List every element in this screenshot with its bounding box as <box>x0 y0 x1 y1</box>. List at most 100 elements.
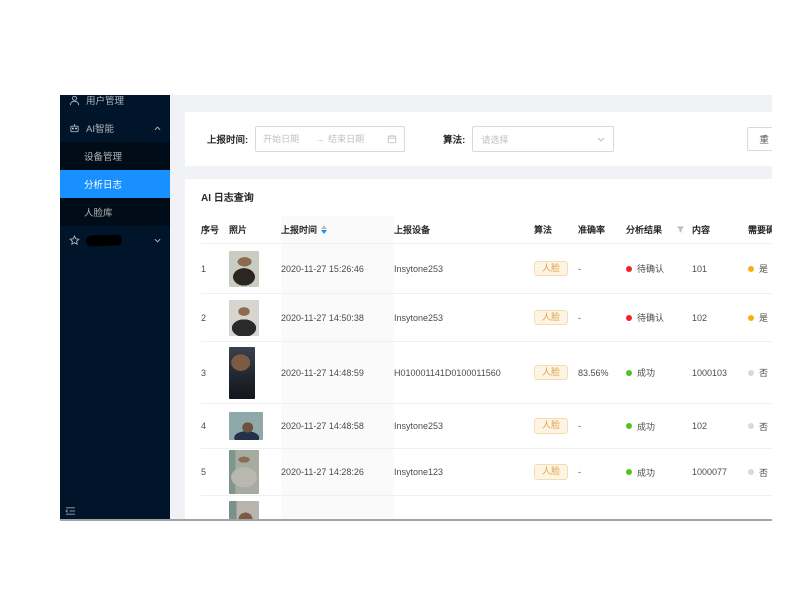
star-icon <box>68 234 80 246</box>
cell-result: 成功 <box>626 342 692 403</box>
cell-time: 2020-11-27 15:26:46 <box>281 244 394 293</box>
cell-algorithm: 人脸 <box>534 244 578 293</box>
start-date-input[interactable] <box>263 134 312 144</box>
cell-device: H010001141D0100011560 <box>394 367 501 378</box>
page-title: AI 日志查询 <box>201 193 254 204</box>
table-row: 2 2020-11-27 14:50:38 Insytone253 人脸 - 待… <box>201 294 772 342</box>
cell-photo <box>229 496 281 519</box>
chevron-down-icon <box>154 238 161 243</box>
algorithm-tag: 人脸 <box>534 418 569 434</box>
date-range-picker[interactable]: → <box>255 126 406 152</box>
cell-index: 4 <box>201 421 207 431</box>
sidebar-item-label: 设备管理 <box>84 152 123 163</box>
sidebar-item-device-management[interactable]: 设备管理 <box>60 142 170 170</box>
cell-accuracy: 83.56% <box>578 367 609 378</box>
cell-need-confirm: 否 <box>748 404 772 448</box>
table-row: 5 2020-11-27 14:28:26 Insytone123 人脸 - 成… <box>201 449 772 496</box>
cell-time: 2020-11-27 14:50:38 <box>281 294 394 341</box>
cell-result: 待确认 <box>626 244 692 293</box>
sidebar-item-label: 人脸库 <box>84 208 113 219</box>
photo-thumbnail[interactable] <box>229 250 259 287</box>
cell-accuracy: - <box>578 312 581 323</box>
algorithm-tag: 人脸 <box>534 464 569 480</box>
cell-result: 成功 <box>626 449 692 495</box>
col-header-device: 上报设备 <box>394 225 431 235</box>
table-header-row: 序号 照片 上报时间 上报设备 算法 准确率 分析结果 内容 需要 <box>201 216 772 244</box>
photo-thumbnail[interactable] <box>229 299 259 336</box>
cell-accuracy: - <box>578 467 581 477</box>
col-header-time[interactable]: 上报时间 <box>281 216 394 243</box>
photo-thumbnail[interactable] <box>229 412 263 440</box>
cell-result: 待确认 <box>626 294 692 341</box>
col-header-index: 序号 <box>201 225 220 235</box>
filter-funnel-icon[interactable] <box>676 225 685 234</box>
status-dot <box>626 469 632 475</box>
cell-index <box>201 496 229 519</box>
col-header-content: 内容 <box>692 225 711 235</box>
cell-time: 2020-11-27 14:28:26 <box>281 449 394 495</box>
algorithm-tag: 人脸 <box>534 364 569 381</box>
status-dot <box>626 265 632 272</box>
status-dot <box>748 369 754 376</box>
table-row: 3 2020-11-27 14:48:59 H010001141D0100011… <box>201 342 772 404</box>
sort-carets-icon[interactable] <box>321 225 328 234</box>
cell-photo <box>229 342 281 403</box>
sidebar-item-label: AI智能 <box>86 124 114 135</box>
status-dot <box>748 265 754 272</box>
sidebar-item-user-management[interactable]: 用户管理 <box>60 95 170 114</box>
cell-index: 5 <box>201 467 207 477</box>
cell-device: Insytone253 <box>394 421 444 431</box>
cell-need-confirm: 否 <box>748 342 772 403</box>
robot-icon <box>68 122 80 134</box>
col-header-need-confirm: 需要确认 <box>748 225 772 235</box>
col-header-algorithm: 算法 <box>534 225 553 235</box>
status-dot <box>748 314 754 321</box>
redacted-label <box>85 233 123 247</box>
cell-content: 102 <box>692 312 708 323</box>
cell-index: 2 <box>201 312 207 323</box>
photo-thumbnail[interactable] <box>229 501 259 519</box>
range-arrow-icon: → <box>315 134 325 144</box>
status-dot <box>748 423 754 429</box>
select-placeholder: 请选择 <box>481 134 509 145</box>
table-row <box>201 496 772 519</box>
cell-need-confirm: 是 <box>748 244 772 293</box>
cell-photo <box>229 244 281 293</box>
photo-thumbnail[interactable] <box>229 450 259 494</box>
cell-need-confirm: 是 <box>748 294 772 341</box>
cell-photo <box>229 449 281 495</box>
cell-photo <box>229 404 281 448</box>
sidebar: 用户管理 AI智能 设备管理 分析日志 人脸库 <box>60 95 170 519</box>
reset-button[interactable]: 重 置 <box>747 127 772 151</box>
cell-index: 3 <box>201 367 207 378</box>
cell-result <box>626 496 692 519</box>
menu-fold-icon[interactable] <box>65 506 76 516</box>
cell-device <box>394 496 534 519</box>
status-dot <box>626 369 632 376</box>
sidebar-item-analysis-log[interactable]: 分析日志 <box>60 170 170 198</box>
table-row: 1 2020-11-27 15:26:46 Insytone253 人脸 - 待… <box>201 244 772 294</box>
sidebar-item-ai[interactable]: AI智能 <box>60 114 170 142</box>
cell-algorithm: 人脸 <box>534 449 578 495</box>
cell-accuracy: - <box>578 263 581 274</box>
log-table: 序号 照片 上报时间 上报设备 算法 准确率 分析结果 内容 需要 1 2020… <box>201 216 772 519</box>
cell-content: 1000103 <box>692 367 728 378</box>
algorithm-tag: 人脸 <box>534 260 569 277</box>
sidebar-item-redacted[interactable] <box>60 226 170 254</box>
algorithm-select[interactable]: 请选择 <box>472 126 615 152</box>
table-row: 4 2020-11-27 14:48:58 Insytone253 人脸 - 成… <box>201 404 772 449</box>
chevron-up-icon <box>154 125 161 131</box>
algorithm-label: 算法: <box>443 135 466 146</box>
sidebar-item-label: 分析日志 <box>84 180 123 191</box>
end-date-input[interactable] <box>328 134 377 144</box>
cell-content: 102 <box>692 421 708 431</box>
main-content: 上报时间: → 算法: 请选择 重 置 <box>170 95 772 519</box>
status-dot <box>626 423 632 429</box>
cell-need-confirm <box>748 496 772 519</box>
cell-index: 1 <box>201 263 207 274</box>
col-header-result[interactable]: 分析结果 <box>626 216 692 243</box>
cell-result: 成功 <box>626 404 692 448</box>
status-dot <box>748 469 754 475</box>
sidebar-item-face-library[interactable]: 人脸库 <box>60 198 170 226</box>
photo-thumbnail[interactable] <box>229 346 255 399</box>
